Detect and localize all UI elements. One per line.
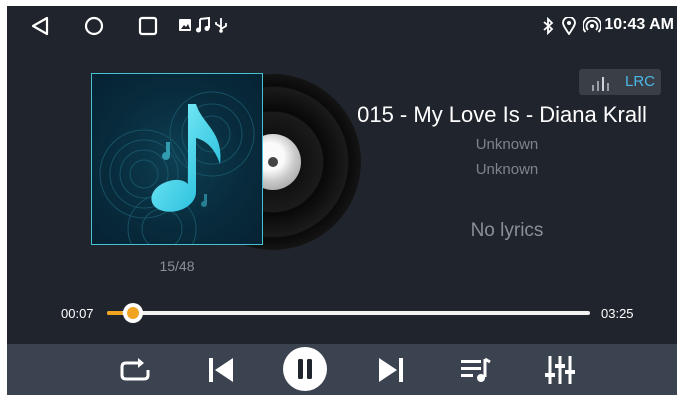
next-icon[interactable]: [374, 353, 408, 387]
album-cover: [91, 73, 263, 245]
total-time: 03:25: [601, 306, 634, 321]
lrc-label: LRC: [625, 73, 656, 90]
seek-bar[interactable]: [107, 303, 590, 323]
lyrics-placeholder: No lyrics: [470, 220, 544, 241]
playlist-icon[interactable]: [458, 353, 492, 387]
hotspot-icon: [582, 15, 602, 40]
seek-bar-handle[interactable]: [123, 303, 144, 323]
music-note-icon: [195, 16, 211, 38]
elapsed-time: 00:07: [61, 306, 94, 321]
media-player-screen: 10:43 AM 15/48 LRC 015 - My Love Is - Di…: [7, 6, 677, 395]
song-title: 015 - My Love Is - Diana Krall: [357, 102, 647, 127]
recents-square-icon[interactable]: [137, 15, 159, 42]
image-icon: [178, 18, 192, 37]
usb-icon: [214, 17, 228, 38]
lrc-toggle-button[interactable]: LRC: [579, 69, 661, 95]
pause-icon: [298, 359, 312, 379]
back-triangle-icon[interactable]: [29, 15, 51, 42]
clock: 10:43 AM: [604, 16, 674, 33]
music-note-artwork-icon: [99, 91, 255, 244]
bluetooth-icon: [542, 16, 554, 40]
album-name: Unknown: [475, 161, 539, 178]
previous-icon[interactable]: [204, 353, 238, 387]
home-circle-icon[interactable]: [83, 15, 105, 42]
playback-controls-bar: [7, 344, 677, 395]
bars-icon: [591, 75, 613, 96]
status-bar: 10:43 AM: [7, 6, 677, 48]
track-counter: 15/48: [159, 258, 195, 274]
seek-bar-fill: [107, 311, 124, 315]
repeat-icon[interactable]: [118, 353, 152, 387]
equalizer-icon[interactable]: [543, 353, 577, 387]
artist-name: Unknown: [475, 136, 539, 153]
pause-button[interactable]: [283, 347, 327, 391]
location-icon: [562, 16, 576, 40]
